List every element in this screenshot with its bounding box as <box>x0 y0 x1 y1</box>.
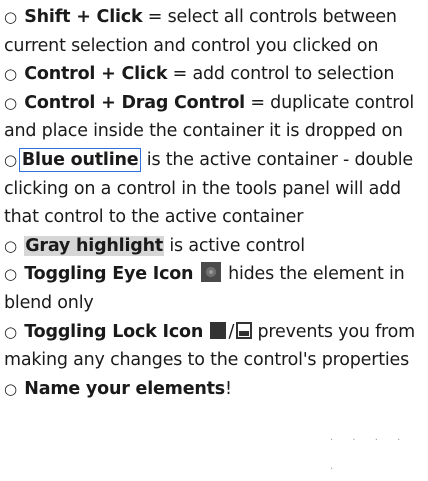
tip-key: Control + Click <box>24 64 168 85</box>
bullet-icon: ○ <box>4 322 17 341</box>
tip-name-elements: ○ Name your elements! <box>4 375 426 404</box>
bullet-icon: ○ <box>4 8 17 26</box>
lock-closed-icon <box>210 321 227 339</box>
tip-gray-highlight: ○ Gray highlight is active control <box>4 232 426 261</box>
trailing-dots: . . . . . <box>330 432 409 472</box>
icon-separator: / <box>228 321 235 342</box>
tip-key: Toggling Eye Icon <box>24 264 194 285</box>
tip-control-click: ○ Control + Click = add control to selec… <box>4 60 426 89</box>
tip-lock-icon: ○ Toggling Lock Icon / prevents you from… <box>4 318 426 375</box>
tip-blue-outline: ○ Blue outline is the active container - … <box>4 146 426 232</box>
bullet-icon: ○ <box>4 379 17 398</box>
bullet-icon: ○ <box>4 236 17 255</box>
lock-open-icon <box>236 321 253 339</box>
tip-text: is active control <box>164 235 305 256</box>
blue-outline-example: Blue outline <box>18 147 142 172</box>
tip-key: Name your elements <box>24 378 226 399</box>
tip-text: ! <box>225 378 232 399</box>
bullet-icon: ○ <box>4 265 17 284</box>
tip-text: = add control to selection <box>167 64 395 85</box>
bullet-icon: ○ <box>4 65 17 84</box>
gray-highlight-example: Gray highlight <box>24 235 165 256</box>
tip-key: Shift + Click <box>24 7 143 27</box>
bullet-icon: ○ <box>4 93 17 112</box>
help-tips-panel: ○ Shift + Click = select all controls be… <box>0 0 428 403</box>
tip-key: Toggling Lock Icon <box>24 321 204 342</box>
tip-shift-click: ○ Shift + Click = select all controls be… <box>4 3 426 60</box>
tip-eye-icon: ○ Toggling Eye Icon hides the element in… <box>4 260 426 317</box>
eye-icon <box>200 262 221 283</box>
tip-key: Control + Drag Control <box>24 92 245 113</box>
bullet-icon: ○ <box>4 150 17 169</box>
tip-control-drag: ○ Control + Drag Control = duplicate con… <box>4 89 426 146</box>
